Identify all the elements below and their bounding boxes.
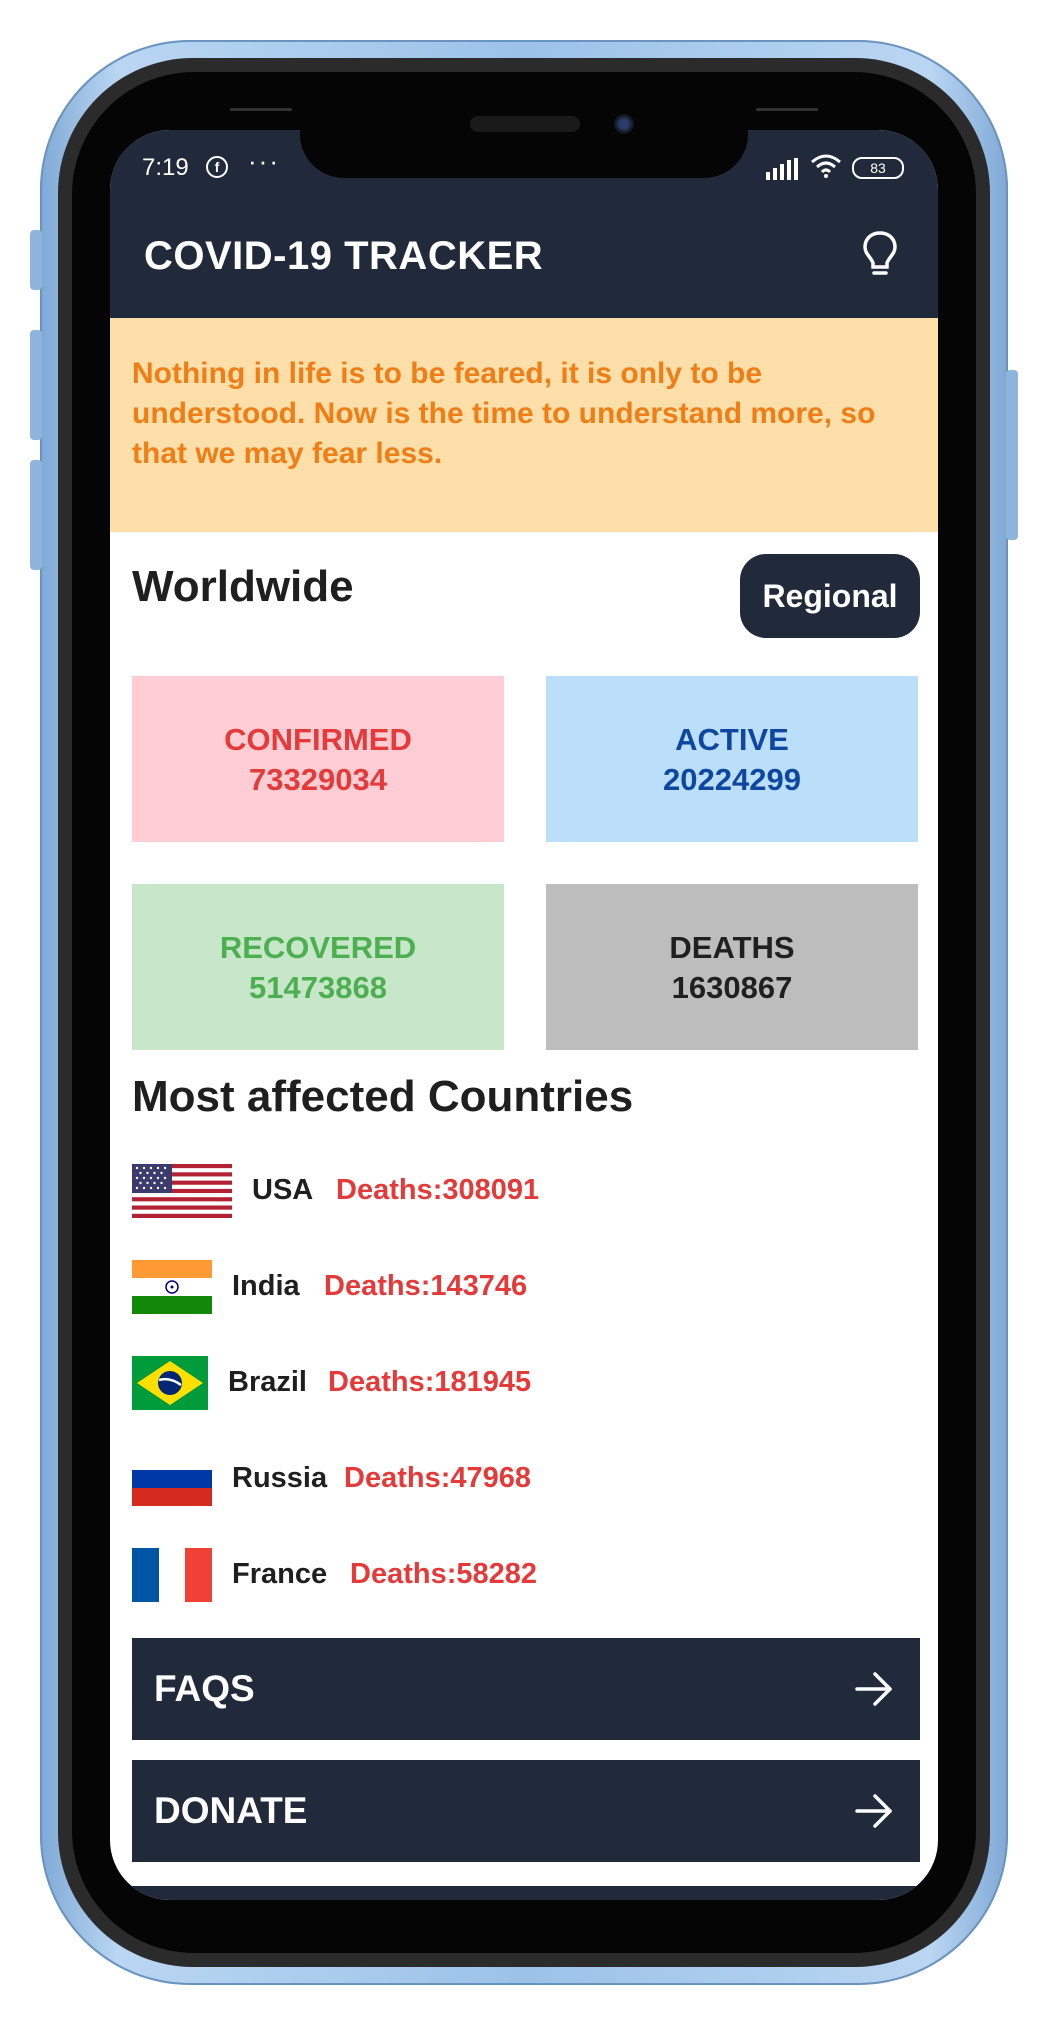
most-affected-title: Most affected Countries (132, 1072, 634, 1121)
country-name: France (232, 1558, 328, 1590)
recovered-card: RECOVERED 51473868 (132, 884, 504, 1050)
usa-flag-icon (132, 1164, 232, 1218)
quote-text: Nothing in life is to be feared, it is o… (132, 357, 876, 470)
donate-label: DONATE (154, 1790, 308, 1831)
deaths-card: DEATHS 1630867 (546, 884, 918, 1050)
active-card: ACTIVE 20224299 (546, 676, 918, 842)
france-flag-icon (132, 1548, 212, 1602)
signal-icon (766, 158, 798, 180)
faqs-label: FAQS (154, 1668, 255, 1709)
phone-antenna-line (756, 108, 818, 111)
phone-antenna-line (230, 108, 292, 111)
country-deaths: Deaths:181945 (328, 1366, 532, 1398)
phone-silent-switch (30, 230, 42, 290)
battery-icon: 83 (852, 157, 904, 179)
more-notifications-icon: ··· (248, 146, 280, 176)
confirmed-label: CONFIRMED (224, 722, 412, 757)
phone-speaker (470, 116, 580, 132)
arrow-right-icon (855, 1794, 892, 1828)
facebook-icon: f (206, 156, 228, 178)
phone-power-button (1006, 370, 1018, 540)
phone-volume-down (30, 460, 42, 570)
deaths-value: 1630867 (671, 970, 793, 1005)
status-time: 7:19 (142, 154, 189, 181)
country-name: Brazil (228, 1366, 307, 1398)
country-name: India (232, 1270, 300, 1302)
recovered-label: RECOVERED (219, 930, 417, 965)
phone-volume-up (30, 330, 42, 440)
faqs-button[interactable]: FAQS (132, 1638, 920, 1740)
country-name: Russia (232, 1462, 328, 1494)
country-deaths: Deaths:143746 (324, 1270, 528, 1302)
active-label: ACTIVE (675, 722, 789, 757)
deaths-label: DEATHS (669, 930, 795, 965)
russia-flag-icon (132, 1452, 212, 1506)
wifi-icon (811, 154, 841, 178)
country-deaths: Deaths:47968 (344, 1462, 531, 1494)
worldwide-title: Worldwide (132, 562, 354, 611)
confirmed-value: 73329034 (249, 762, 387, 797)
country-deaths: Deaths:308091 (336, 1174, 540, 1206)
india-flag-icon (132, 1260, 212, 1314)
regional-button[interactable]: Regional (740, 554, 920, 638)
app-bar: COVID-19 TRACKER (110, 200, 938, 318)
donate-button[interactable]: DONATE (132, 1760, 920, 1862)
confirmed-card: CONFIRMED 73329034 (132, 676, 504, 842)
next-item-peek (110, 1886, 938, 1900)
app-title: COVID-19 TRACKER (144, 234, 544, 278)
country-name: USA (252, 1174, 314, 1206)
recovered-value: 51473868 (249, 970, 387, 1005)
arrow-right-icon (855, 1672, 892, 1706)
active-value: 20224299 (663, 762, 801, 797)
quote-banner: Nothing in life is to be feared, it is o… (110, 318, 938, 532)
country-deaths: Deaths:58282 (350, 1558, 537, 1590)
phone-notch (300, 92, 748, 178)
lightbulb-icon[interactable] (862, 230, 898, 278)
front-camera (614, 114, 634, 134)
app-screen: 7:19 f ··· 83 COVID-19 TRACKER Nothing i… (110, 130, 938, 1900)
brazil-flag-icon (132, 1356, 208, 1410)
